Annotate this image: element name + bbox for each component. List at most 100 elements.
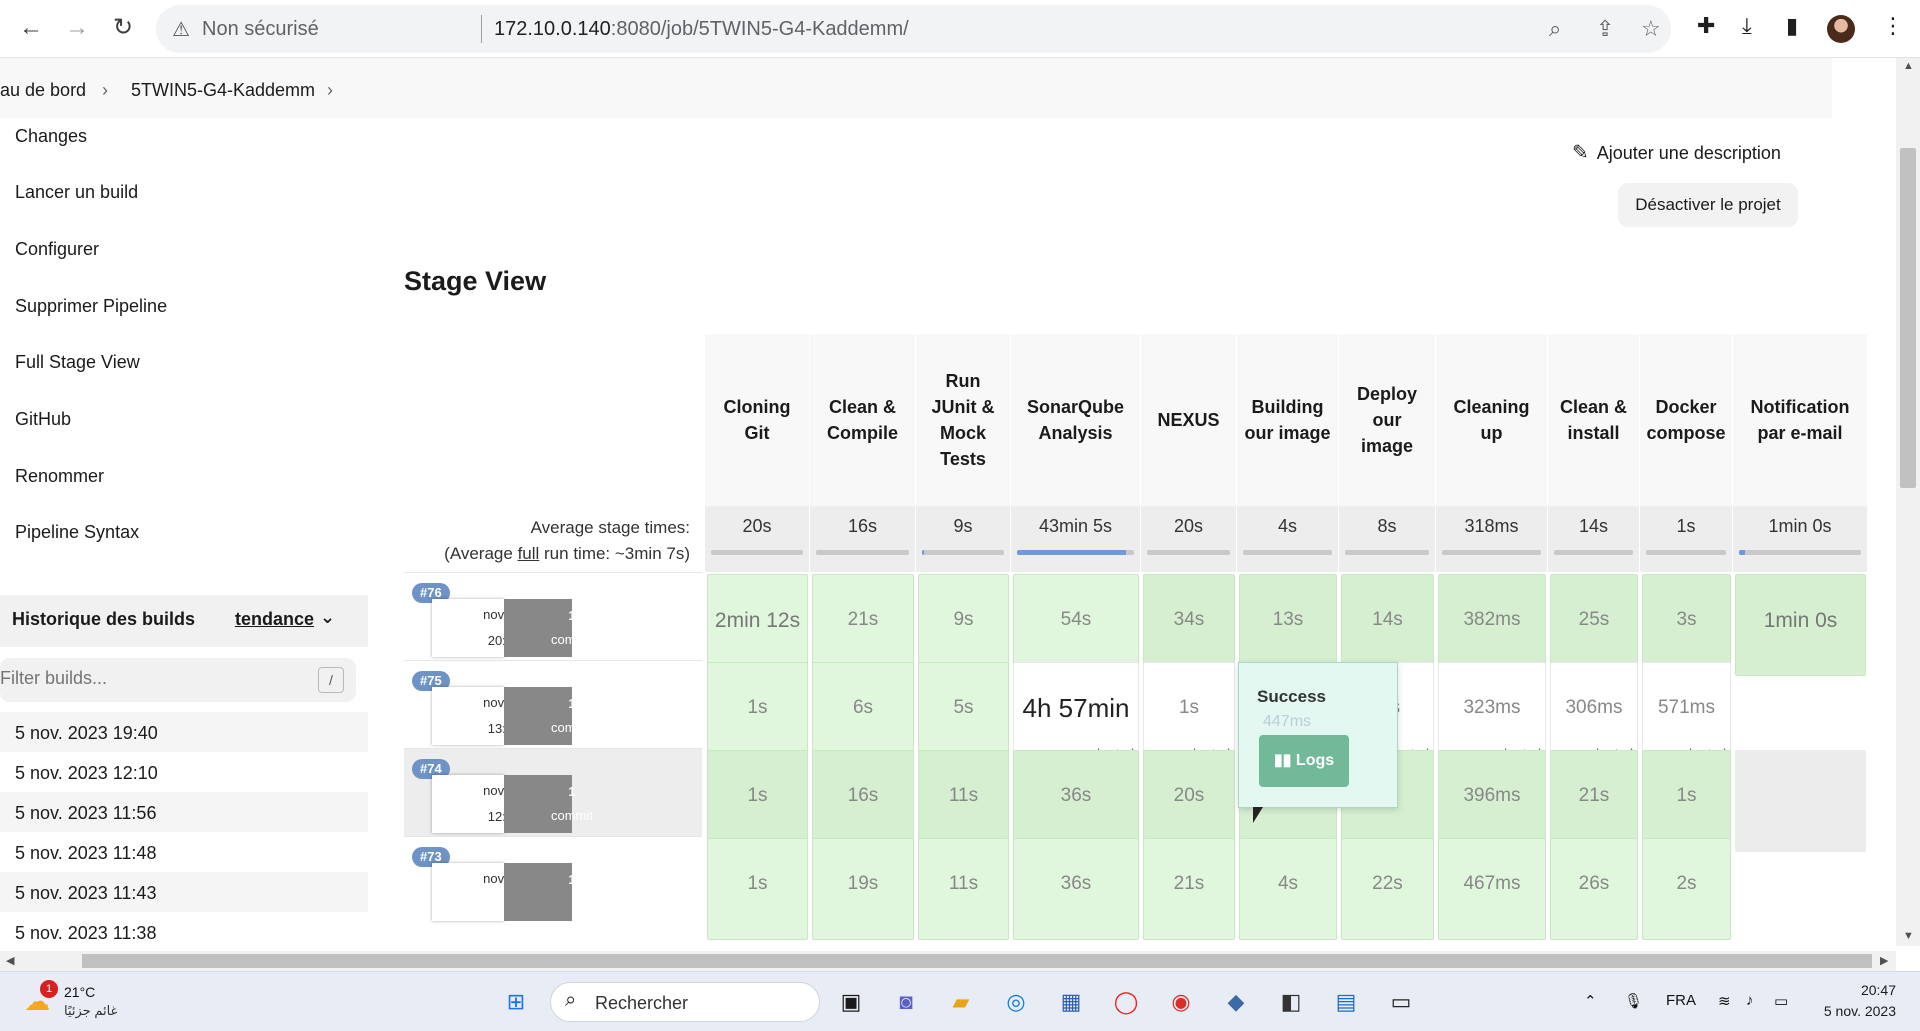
app-icon[interactable]: ◧ [1275,986,1307,1018]
battery-icon[interactable]: ▭ [1774,992,1788,1010]
tray-chevron-up-icon[interactable]: ⌃ [1584,992,1597,1010]
build-history-link[interactable]: 5 nov. 2023 11:56 [15,803,156,824]
stage-cell[interactable]: 4h 57minaborted [1013,662,1139,764]
build-commits-box[interactable]: 1 commit [504,599,593,657]
sidebar-item-configure[interactable]: Configurer [15,239,99,260]
stage-cell[interactable]: 306msaborted [1550,662,1638,764]
build-history-link[interactable]: 5 nov. 2023 11:48 [15,843,156,864]
sidebar-item-delete-pipeline[interactable]: Supprimer Pipeline [15,296,167,317]
stage-cell[interactable]: 1s [707,838,808,940]
language-indicator[interactable]: FRA [1666,992,1696,1009]
stage-cell[interactable]: 36s [1013,838,1139,940]
stage-cell[interactable]: 36s [1013,750,1139,852]
disable-project-button[interactable]: Désactiver le projet [1618,183,1798,227]
microphone-icon[interactable]: 🎙 [1624,992,1643,1010]
vertical-scroll-thumb[interactable] [1900,148,1916,488]
stage-cell[interactable]: 11s [918,750,1009,852]
sidebar-item-github[interactable]: GitHub [15,409,71,430]
weather-temperature[interactable]: 21°C [64,984,95,1000]
reload-icon[interactable]: ↻ [106,11,140,45]
scroll-down-icon[interactable]: ▼ [1903,930,1914,942]
volume-icon[interactable]: ♪ [1746,992,1754,1009]
opera-icon[interactable]: ◯ [1110,986,1142,1018]
taskbar-search[interactable]: ⌕ Rechercher [550,982,820,1022]
terminal-icon[interactable]: ▭ [1385,986,1417,1018]
windows-start-icon[interactable]: ⊞ [500,986,532,1018]
breadcrumb-job[interactable]: 5TWIN5-G4-Kaddemm [131,80,315,101]
stage-cell[interactable]: 22s [1341,838,1434,940]
menu-kebab-icon[interactable]: ⋮ [1882,13,1904,39]
stage-cell[interactable]: 21s [812,574,914,676]
stage-cell[interactable]: 9s [918,574,1009,676]
task-view-icon[interactable]: ▣ [835,986,867,1018]
store-icon[interactable]: ▦ [1055,986,1087,1018]
breadcrumb-dashboard[interactable]: au de bord [0,80,86,101]
stage-cell[interactable]: 467ms [1438,838,1546,940]
sidebar-item-build-now[interactable]: Lancer un build [15,182,138,203]
stage-cell[interactable]: 2min 12s [707,574,808,676]
clock-date[interactable]: 5 nov. 2023 [1810,1003,1896,1019]
wifi-icon[interactable]: ≋ [1718,992,1731,1010]
build-commits-box[interactable]: 1 commit [504,775,593,833]
stage-cell[interactable]: 14s [1341,574,1434,676]
horizontal-scrollbar[interactable]: ◀ ▶ [0,951,1896,971]
file-explorer-icon[interactable]: ▰ [945,986,977,1018]
clock-time[interactable]: 20:47 [1852,982,1896,998]
stage-cell[interactable]: 1s [1642,750,1731,852]
stage-cell[interactable]: 1s [707,750,808,852]
stage-cell[interactable]: 11s [918,838,1009,940]
sidebar-item-pipeline-syntax[interactable]: Pipeline Syntax [15,522,139,543]
extensions-icon[interactable]: ✚ [1697,13,1715,39]
side-panel-icon[interactable]: ▮ [1786,13,1798,39]
download-icon[interactable]: ⤓ [1742,13,1752,39]
weather-description[interactable]: غائم جزئيًا [64,1003,117,1019]
stage-cell[interactable]: 1min 0s [1735,574,1866,676]
stage-cell[interactable]: 3s [1642,574,1731,676]
build-history-link[interactable]: 5 nov. 2023 11:38 [15,923,156,944]
build-commits-box[interactable]: 1 commit [504,687,593,745]
stage-cell[interactable]: 571msaborted [1642,662,1731,764]
stage-cell[interactable]: 323msaborted [1438,662,1546,764]
build-history-link[interactable]: 5 nov. 2023 19:40 [15,723,158,744]
stage-cell[interactable]: 1saborted [1143,662,1235,764]
sidebar-item-rename[interactable]: Renommer [15,466,104,487]
chevron-down-icon[interactable]: ⌄ [320,607,335,628]
build-history-link[interactable]: 5 nov. 2023 12:10 [15,763,158,784]
virtualbox-icon[interactable]: ◆ [1220,986,1252,1018]
stage-cell[interactable]: 34s [1143,574,1235,676]
stage-cell[interactable]: 16s [812,750,914,852]
stage-cell[interactable]: 26s [1550,838,1638,940]
add-description-link[interactable]: ✎ Ajouter une description [1572,140,1781,165]
stage-cell[interactable]: 20s [1143,750,1235,852]
edge-icon[interactable]: ◎ [1000,986,1032,1018]
sidebar-item-changes[interactable]: Changes [15,126,87,147]
back-icon[interactable]: ← [14,11,48,45]
stage-cell[interactable]: 21s [1550,750,1638,852]
chat-icon[interactable]: ◙ [890,986,922,1018]
scroll-right-icon[interactable]: ▶ [1880,954,1888,967]
forward-icon[interactable]: → [60,11,94,45]
stage-cell[interactable]: 1s [707,662,808,764]
stage-cell[interactable]: 21s [1143,838,1235,940]
stage-cell[interactable]: 382ms [1438,574,1546,676]
trend-link[interactable]: tendance [235,609,314,630]
build-history-link[interactable]: 5 nov. 2023 11:43 [15,883,156,904]
stage-cell[interactable]: 54s [1013,574,1139,676]
zoom-icon[interactable]: ⌕ [1549,16,1561,42]
stage-cell[interactable]: 396ms [1438,750,1546,852]
chrome-icon[interactable]: ◉ [1165,986,1197,1018]
chevron-right-icon[interactable]: › [327,80,333,101]
share-icon[interactable]: ⇪ [1596,16,1614,42]
stage-cell[interactable]: 2s [1642,838,1731,940]
stage-cell[interactable]: 6s [812,662,914,764]
stage-cell[interactable]: 19s [812,838,914,940]
profile-avatar[interactable] [1827,15,1855,43]
horizontal-scroll-thumb[interactable] [82,954,1872,968]
notepad-icon[interactable]: ▤ [1330,986,1362,1018]
stage-cell[interactable]: 4s [1239,838,1337,940]
stage-cell[interactable]: 13s [1239,574,1337,676]
sidebar-item-full-stage-view[interactable]: Full Stage View [15,352,140,373]
stage-cell[interactable]: 5s [918,662,1009,764]
vertical-scrollbar[interactable]: ▲ ▼ [1896,58,1920,946]
build-commits-box[interactable]: 1 [504,863,576,921]
